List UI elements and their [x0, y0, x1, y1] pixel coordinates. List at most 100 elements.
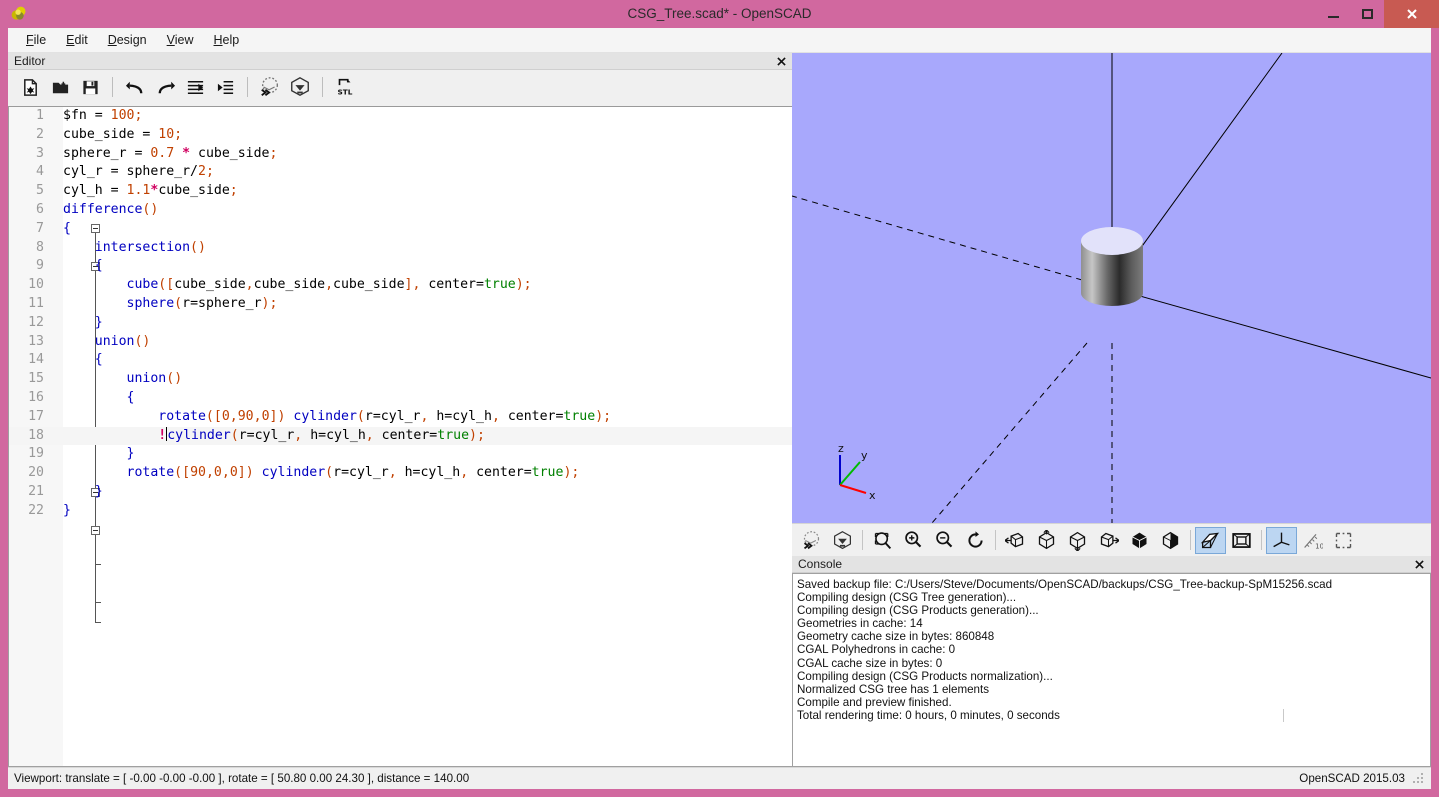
menu-view[interactable]: View	[157, 30, 204, 50]
3d-viewport[interactable]: z y x	[792, 53, 1431, 523]
new-button[interactable]	[16, 73, 44, 101]
perspective-icon	[1200, 530, 1221, 551]
show-scale-markers-button[interactable]: 10	[1297, 527, 1328, 554]
open-button[interactable]	[46, 73, 74, 101]
close-button[interactable]	[1384, 0, 1439, 28]
code-line[interactable]: 18 !cylinder(r=cyl_r, h=cyl_h, center=tr…	[9, 427, 792, 446]
code-line[interactable]: 14 {	[9, 351, 792, 370]
show-axes-button[interactable]	[1266, 527, 1297, 554]
toolbar-separator	[995, 530, 996, 550]
resize-grip-icon[interactable]	[1413, 773, 1425, 785]
show-edges-button[interactable]	[1328, 527, 1359, 554]
console-line: Compiling design (CSG Products normaliza…	[797, 670, 1426, 683]
indent-button[interactable]	[211, 73, 239, 101]
code-line[interactable]: 15 union()	[9, 370, 792, 389]
zoom-fit-icon	[872, 530, 893, 551]
view-right-button[interactable]	[1000, 527, 1031, 554]
code-editor[interactable]: 1$fn = 100;2cube_side = 10;3 sphere_r = 0…	[8, 106, 793, 767]
view-front-icon	[1129, 530, 1150, 551]
code-text: sphere(r=sphere_r);	[63, 295, 277, 314]
orthogonal-button[interactable]	[1226, 527, 1257, 554]
code-line[interactable]: 3 sphere_r = 0.7 * cube_side;	[9, 145, 792, 164]
line-number: 17	[9, 408, 44, 427]
console-dock-close-button[interactable]	[1411, 556, 1427, 573]
code-line[interactable]: 7{	[9, 220, 792, 239]
line-number: 20	[9, 464, 44, 483]
console-dock-header: Console	[792, 556, 1431, 573]
save-icon	[81, 78, 100, 97]
menu-file[interactable]: File	[16, 30, 56, 50]
export-stl-button[interactable]: STL	[331, 73, 359, 101]
redo-button[interactable]	[151, 73, 179, 101]
code-line[interactable]: 1$fn = 100;	[9, 107, 792, 126]
code-line[interactable]: 5cyl_h = 1.1*cube_side;	[9, 182, 792, 201]
line-number: 12	[9, 314, 44, 333]
line-number: 2	[9, 126, 44, 145]
code-line[interactable]: 12 }	[9, 314, 792, 333]
editor-dock-close-button[interactable]	[773, 53, 789, 70]
close-icon	[1415, 560, 1424, 569]
code-line[interactable]: 21 }	[9, 483, 792, 502]
code-line[interactable]: 20 rotate([90,0,0]) cylinder(r=cyl_r, h=…	[9, 464, 792, 483]
code-line[interactable]: 6difference()	[9, 201, 792, 220]
render-button[interactable]	[827, 527, 858, 554]
toolbar-separator	[247, 77, 248, 97]
view-bottom-button[interactable]	[1062, 527, 1093, 554]
openscad-window: CSG_Tree.scad* - OpenSCAD FileEditDesign…	[0, 0, 1439, 797]
code-line[interactable]: 11 sphere(r=sphere_r);	[9, 295, 792, 314]
line-number: 3	[9, 145, 44, 164]
unindent-button[interactable]	[181, 73, 209, 101]
console-line: CGAL cache size in bytes: 0	[797, 657, 1426, 670]
code-line[interactable]: 10 cube([cube_side,cube_side,cube_side],…	[9, 276, 792, 295]
code-line[interactable]: 13 union()	[9, 333, 792, 352]
zoom-fit-button[interactable]	[867, 527, 898, 554]
code-text: sphere_r = 0.7 * cube_side;	[63, 145, 277, 164]
preview-button[interactable]	[796, 527, 827, 554]
perspective-button[interactable]	[1195, 527, 1226, 554]
close-icon	[777, 57, 786, 66]
code-line[interactable]: 2cube_side = 10;	[9, 126, 792, 145]
zoom-in-button[interactable]	[898, 527, 929, 554]
code-line[interactable]: 9 {	[9, 257, 792, 276]
view-left-button[interactable]	[1093, 527, 1124, 554]
undo-button[interactable]	[121, 73, 149, 101]
view-back-icon	[1160, 530, 1181, 551]
code-text: cube([cube_side,cube_side,cube_side], ce…	[63, 276, 532, 295]
show-scale-icon: 10	[1302, 530, 1323, 551]
version-label: OpenSCAD 2015.03	[1299, 772, 1405, 785]
editor-dock-header: Editor	[8, 53, 793, 70]
code-text: }	[63, 314, 103, 333]
view-back-button[interactable]	[1155, 527, 1186, 554]
maximize-button[interactable]	[1350, 0, 1384, 28]
svg-text:10: 10	[1315, 542, 1323, 550]
reset-view-button[interactable]	[960, 527, 991, 554]
console-output[interactable]: Saved backup file: C:/Users/Steve/Docume…	[792, 573, 1431, 767]
view-front-button[interactable]	[1124, 527, 1155, 554]
toolbar-separator	[1190, 530, 1191, 550]
reset-view-icon	[965, 530, 986, 551]
code-line[interactable]: 4cyl_r = sphere_r/2;	[9, 163, 792, 182]
menu-design[interactable]: Design	[98, 30, 157, 50]
code-line[interactable]: 16 {	[9, 389, 792, 408]
code-line[interactable]: 19 }	[9, 445, 792, 464]
line-number: 4	[9, 163, 44, 182]
menu-edit[interactable]: Edit	[56, 30, 98, 50]
code-line[interactable]: 8 intersection()	[9, 239, 792, 258]
render-button[interactable]	[286, 73, 314, 101]
viewport-toolbar: 10	[792, 523, 1431, 556]
minimize-button[interactable]	[1316, 0, 1350, 28]
code-text: {	[63, 257, 103, 276]
zoom-out-button[interactable]	[929, 527, 960, 554]
view-top-button[interactable]	[1031, 527, 1062, 554]
code-line[interactable]: 22}	[9, 502, 792, 521]
window-controls	[1316, 0, 1439, 28]
svg-text:STL: STL	[338, 87, 353, 96]
code-line[interactable]: 17 rotate([0,90,0]) cylinder(r=cyl_r, h=…	[9, 408, 792, 427]
preview-button[interactable]	[256, 73, 284, 101]
zoom-in-icon	[903, 530, 924, 551]
console-line: Geometries in cache: 14	[797, 617, 1426, 630]
menu-help[interactable]: Help	[204, 30, 250, 50]
line-number: 6	[9, 201, 44, 220]
menu-bar: FileEditDesignViewHelp	[8, 28, 1431, 53]
save-button[interactable]	[76, 73, 104, 101]
